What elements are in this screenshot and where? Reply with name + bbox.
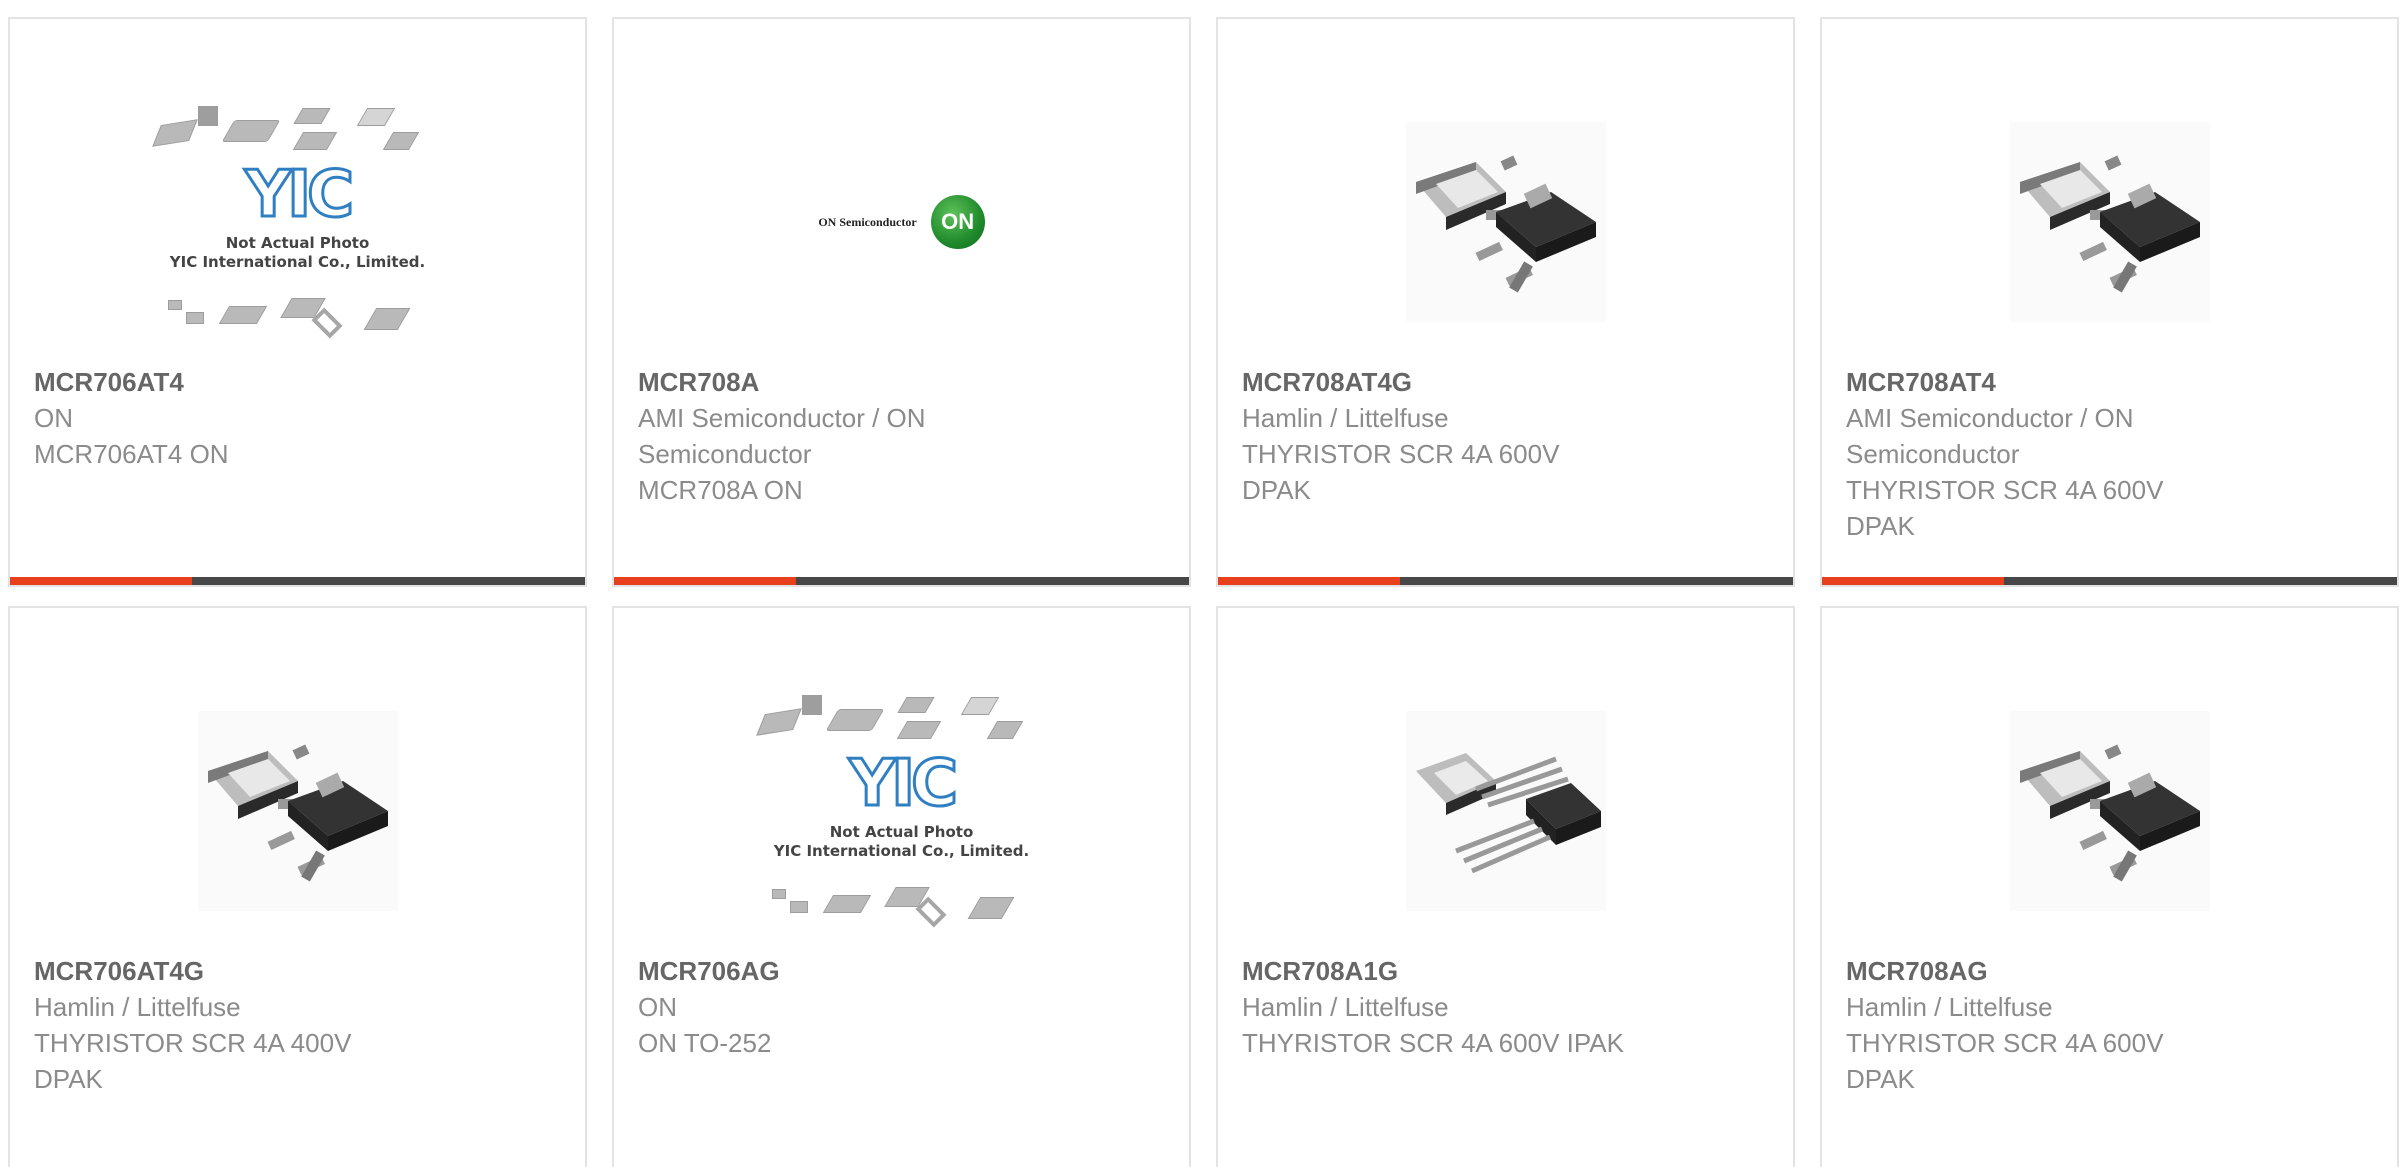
dpak-package-icon (1405, 122, 1606, 322)
manufacturer: AMI Semiconductor / ON Semiconductor (1846, 403, 2134, 469)
placeholder-note: Not Actual Photo YIC International Co., … (773, 823, 1030, 860)
part-number-link[interactable]: MCR706AT4G (34, 953, 561, 989)
card-bar-accent (1218, 577, 1400, 585)
yic-logo: YIC (847, 746, 959, 823)
description: THYRISTOR SCR 4A 600V IPAK (1242, 1028, 1624, 1058)
card-bar-accent (10, 577, 192, 585)
product-info: MCR708AT4 AMI Semiconductor / ON Semicon… (1846, 364, 2373, 544)
card-bar (1218, 577, 1793, 585)
product-image[interactable] (1822, 666, 2397, 956)
card-bar (614, 577, 1189, 585)
product-card[interactable]: YIC Not Actual Photo YIC International C… (8, 17, 587, 587)
product-card[interactable]: MCR708AG Hamlin / Littelfuse THYRISTOR S… (1820, 606, 2399, 1167)
product-card[interactable]: MCR708A1G Hamlin / Littelfuse THYRISTOR … (1216, 606, 1795, 1167)
dpak-package-icon (2009, 122, 2210, 322)
description: MCR708A ON (638, 475, 803, 505)
part-number-link[interactable]: MCR708AG (1846, 953, 2373, 989)
product-card[interactable]: MCR708AT4G Hamlin / Littelfuse THYRISTOR… (1216, 17, 1795, 587)
dpak-package-icon (2009, 711, 2210, 911)
product-info: MCR708AG Hamlin / Littelfuse THYRISTOR S… (1846, 953, 2373, 1097)
part-number-link[interactable]: MCR708A (638, 364, 1165, 400)
card-bar-accent (614, 577, 796, 585)
manufacturer: Hamlin / Littelfuse (1242, 992, 1449, 1022)
product-image[interactable]: ON Semiconductor ON (614, 77, 1189, 367)
dpak-package-icon (197, 711, 398, 911)
part-number-link[interactable]: MCR708AT4 (1846, 364, 2373, 400)
manufacturer: ON (34, 403, 73, 433)
description: THYRISTOR SCR 4A 600V DPAK (1846, 475, 2164, 541)
manufacturer: Hamlin / Littelfuse (34, 992, 241, 1022)
product-info: MCR708A1G Hamlin / Littelfuse THYRISTOR … (1242, 953, 1769, 1061)
product-info: MCR706AG ON ON TO-252 (638, 953, 1165, 1061)
manufacturer: Hamlin / Littelfuse (1242, 403, 1449, 433)
description: MCR706AT4 ON (34, 439, 229, 469)
yic-logo: YIC (243, 157, 355, 234)
description: ON TO-252 (638, 1028, 772, 1058)
placeholder-photo-icon: YIC Not Actual Photo YIC International C… (151, 102, 438, 342)
product-info: MCR708A AMI Semiconductor / ON Semicondu… (638, 364, 1165, 508)
description: THYRISTOR SCR 4A 400V DPAK (34, 1028, 352, 1094)
description: THYRISTOR SCR 4A 600V DPAK (1846, 1028, 2164, 1094)
on-semiconductor-logo: ON Semiconductor ON (818, 195, 985, 249)
card-bar (1822, 577, 2397, 585)
manufacturer: Hamlin / Littelfuse (1846, 992, 2053, 1022)
placeholder-note: Not Actual Photo YIC International Co., … (169, 234, 426, 271)
part-number-link[interactable]: MCR706AG (638, 953, 1165, 989)
product-card[interactable]: MCR706AT4G Hamlin / Littelfuse THYRISTOR… (8, 606, 587, 1167)
product-info: MCR706AT4G Hamlin / Littelfuse THYRISTOR… (34, 953, 561, 1097)
product-info: MCR708AT4G Hamlin / Littelfuse THYRISTOR… (1242, 364, 1769, 508)
product-image[interactable] (1218, 666, 1793, 956)
product-grid: YIC Not Actual Photo YIC International C… (8, 17, 2399, 1167)
ipak-package-icon (1405, 711, 1606, 911)
part-number-link[interactable]: MCR706AT4 (34, 364, 561, 400)
part-number-link[interactable]: MCR708AT4G (1242, 364, 1769, 400)
product-image[interactable] (1822, 77, 2397, 367)
product-image[interactable]: YIC Not Actual Photo YIC International C… (10, 77, 585, 367)
placeholder-photo-icon: YIC Not Actual Photo YIC International C… (755, 691, 1042, 931)
product-card[interactable]: YIC Not Actual Photo YIC International C… (612, 606, 1191, 1167)
product-image[interactable]: YIC Not Actual Photo YIC International C… (614, 666, 1189, 956)
product-info: MCR706AT4 ON MCR706AT4 ON (34, 364, 561, 472)
card-bar-accent (1822, 577, 2004, 585)
product-card[interactable]: MCR708AT4 AMI Semiconductor / ON Semicon… (1820, 17, 2399, 587)
manufacturer: ON (638, 992, 677, 1022)
card-bar (10, 577, 585, 585)
product-image[interactable] (1218, 77, 1793, 367)
part-number-link[interactable]: MCR708A1G (1242, 953, 1769, 989)
product-image[interactable] (10, 666, 585, 956)
product-card[interactable]: ON Semiconductor ON MCR708A AMI Semicond… (612, 17, 1191, 587)
description: THYRISTOR SCR 4A 600V DPAK (1242, 439, 1560, 505)
manufacturer: AMI Semiconductor / ON Semiconductor (638, 403, 926, 469)
